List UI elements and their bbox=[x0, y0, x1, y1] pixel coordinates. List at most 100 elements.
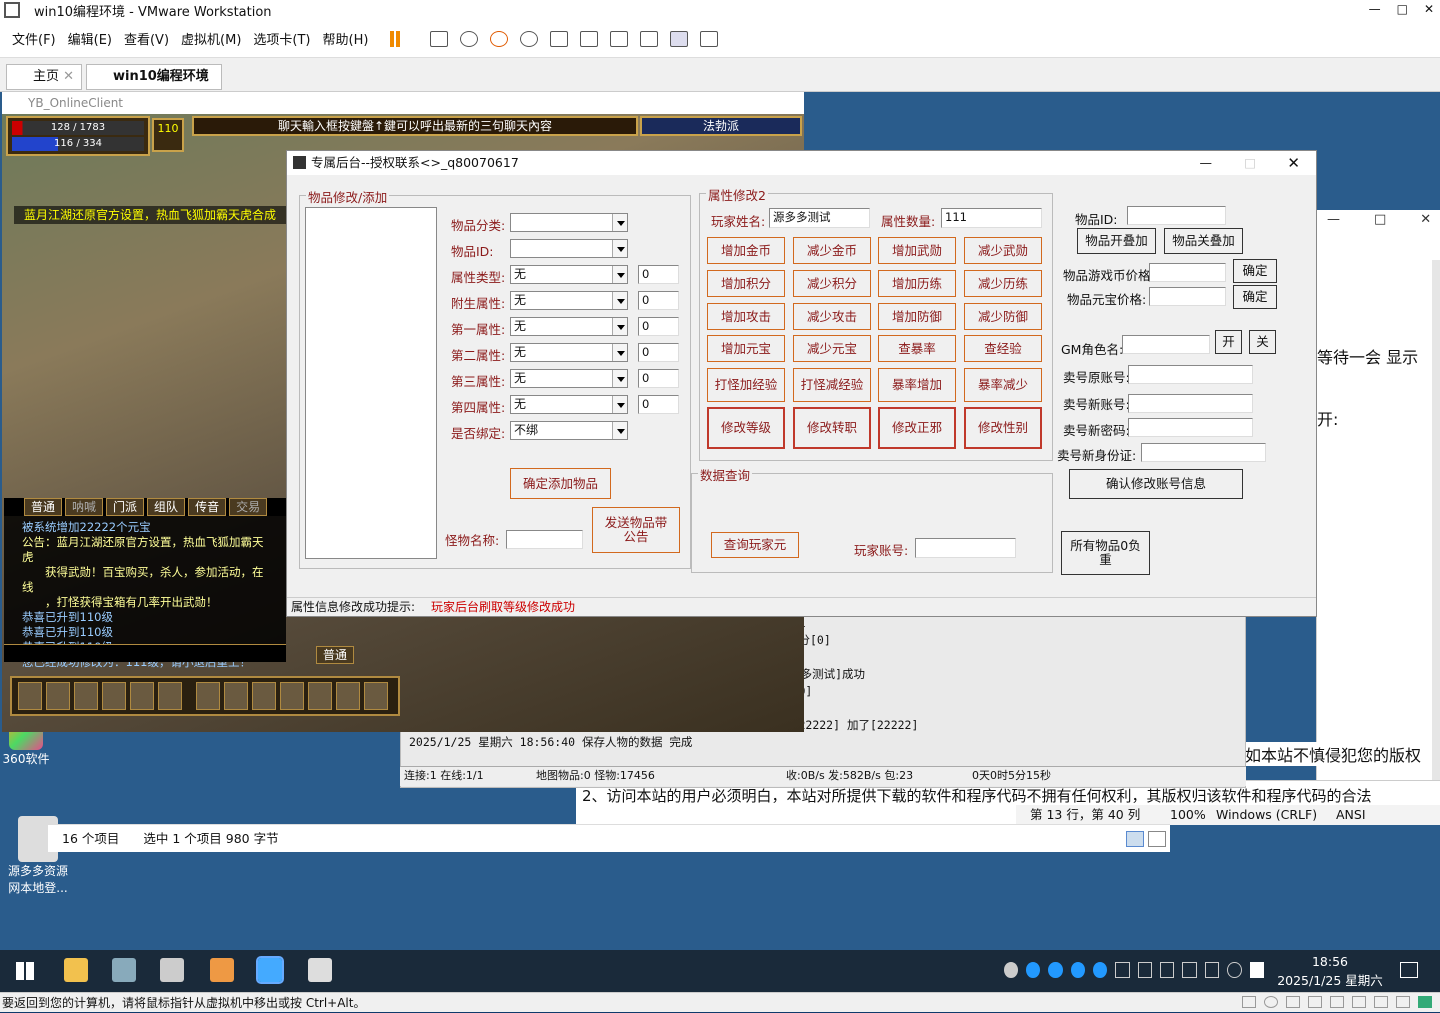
tray-app-icon[interactable] bbox=[1092, 962, 1108, 978]
editor-icon[interactable] bbox=[256, 956, 284, 984]
usb-device-icon[interactable] bbox=[1330, 996, 1344, 1008]
start-icon[interactable] bbox=[16, 962, 34, 980]
attr-button[interactable]: 增加武勋 bbox=[878, 237, 956, 264]
send-keys-icon[interactable] bbox=[430, 30, 449, 47]
item-field-select[interactable]: 无 bbox=[510, 265, 628, 284]
clock[interactable]: 18:56 2025/1/25 星期六 bbox=[1270, 952, 1390, 990]
stack-off-button[interactable]: 物品关叠加 bbox=[1164, 228, 1243, 254]
game-price-confirm-button[interactable]: 确定 bbox=[1233, 259, 1277, 283]
chat-tab-normal[interactable]: 普通 bbox=[24, 498, 63, 516]
network-adapter-icon[interactable] bbox=[1308, 996, 1322, 1008]
attr-button[interactable]: 增加元宝 bbox=[707, 335, 785, 362]
game-client-icon[interactable] bbox=[308, 958, 332, 982]
tray-app-icon[interactable] bbox=[1070, 962, 1085, 978]
chat-tab-whisper[interactable]: 传音 bbox=[188, 498, 227, 516]
new-password-input[interactable] bbox=[1128, 418, 1253, 437]
confirm-account-button[interactable]: 确认修改账号信息 bbox=[1069, 469, 1243, 499]
attr-button[interactable]: 增加积分 bbox=[707, 270, 785, 297]
close-icon[interactable]: ✕ bbox=[1420, 212, 1431, 227]
fullscreen-icon[interactable] bbox=[610, 30, 629, 47]
image-icon[interactable] bbox=[210, 958, 234, 982]
gm-close-button[interactable]: 关 bbox=[1249, 330, 1276, 354]
menu-help[interactable]: 帮助(H) bbox=[323, 29, 369, 48]
volume-icon[interactable] bbox=[1204, 962, 1220, 978]
item-attr-value-input[interactable]: 0 bbox=[638, 265, 679, 284]
item-attr-value-input[interactable]: 0 bbox=[638, 343, 679, 362]
chat-tab-trade[interactable]: 交易 bbox=[229, 498, 268, 516]
maximize-icon[interactable]: □ bbox=[1397, 0, 1408, 18]
menu-file[interactable]: 文件(F) bbox=[12, 29, 56, 48]
attr-button[interactable]: 减少历练 bbox=[964, 270, 1042, 297]
attr-button[interactable]: 查经验 bbox=[964, 335, 1042, 362]
send-item-button[interactable]: 发送物品带公告 bbox=[592, 507, 680, 553]
details-view-icon[interactable] bbox=[1126, 831, 1144, 847]
tray-user-icon[interactable] bbox=[1004, 962, 1019, 978]
item-field-select[interactable]: 无 bbox=[510, 395, 628, 414]
attr-button[interactable]: 减少积分 bbox=[793, 270, 871, 297]
attr-button[interactable]: 修改转职 bbox=[793, 407, 871, 449]
stop-icon[interactable] bbox=[1227, 962, 1242, 978]
snapshot-icon[interactable] bbox=[460, 30, 479, 47]
attr-button[interactable]: 减少防御 bbox=[964, 303, 1042, 330]
scrollbar[interactable] bbox=[1432, 260, 1440, 800]
attr-button[interactable]: 增加防御 bbox=[878, 303, 956, 330]
item-id-input[interactable] bbox=[1127, 206, 1226, 225]
attr-button[interactable]: 修改等级 bbox=[707, 407, 785, 449]
chat-tab-sect[interactable]: 门派 bbox=[106, 498, 145, 516]
tray-settings-icon[interactable] bbox=[1115, 962, 1130, 978]
attr-button[interactable]: 增加攻击 bbox=[707, 303, 785, 330]
close-icon[interactable]: ✕ bbox=[1287, 151, 1300, 175]
attr-button[interactable]: 修改性别 bbox=[964, 407, 1042, 449]
attr-button[interactable]: 打怪减经验 bbox=[793, 368, 871, 402]
close-icon[interactable]: ✕ bbox=[63, 69, 74, 84]
checkbox-icon[interactable] bbox=[1249, 962, 1264, 978]
minimize-icon[interactable]: — bbox=[1369, 0, 1381, 18]
app-icon[interactable] bbox=[112, 958, 136, 982]
account-input[interactable] bbox=[915, 538, 1016, 558]
item-attr-value-input[interactable]: 0 bbox=[638, 317, 679, 336]
minimize-icon[interactable]: — bbox=[1327, 212, 1340, 227]
maximize-icon[interactable]: □ bbox=[1374, 212, 1386, 227]
revert-snapshot-icon[interactable] bbox=[490, 30, 509, 47]
usb-icon[interactable] bbox=[1159, 962, 1175, 978]
tiles-view-icon[interactable] bbox=[1148, 831, 1166, 847]
printer-icon[interactable] bbox=[1352, 996, 1366, 1008]
unity-icon[interactable] bbox=[640, 30, 659, 47]
monster-input[interactable] bbox=[506, 530, 583, 549]
menu-tabs[interactable]: 选项卡(T) bbox=[253, 29, 310, 48]
document-icon[interactable] bbox=[160, 958, 184, 982]
skill-slot-icon[interactable] bbox=[46, 682, 70, 710]
yb-price-input[interactable] bbox=[1149, 287, 1226, 306]
item-field-select[interactable]: 无 bbox=[510, 369, 628, 388]
gm-open-button[interactable]: 开 bbox=[1215, 330, 1242, 354]
skill-slot-icon[interactable] bbox=[158, 682, 182, 710]
all-items-zero-weight-button[interactable]: 所有物品0负重 bbox=[1061, 531, 1150, 575]
network-icon[interactable] bbox=[1182, 962, 1197, 978]
tab-home[interactable]: 主页 ✕ bbox=[6, 64, 82, 90]
sound-icon[interactable] bbox=[1374, 996, 1388, 1008]
yb-price-confirm-button[interactable]: 确定 bbox=[1233, 285, 1277, 309]
attr-button[interactable]: 打怪加经验 bbox=[707, 368, 785, 402]
item-field-select[interactable]: 不绑 bbox=[510, 421, 628, 440]
chat-tab-shout[interactable]: 呐喊 bbox=[65, 498, 104, 516]
stack-on-button[interactable]: 物品开叠加 bbox=[1077, 228, 1156, 254]
new-account-input[interactable] bbox=[1128, 394, 1253, 413]
close-icon[interactable]: ✕ bbox=[1424, 0, 1434, 18]
menu-view[interactable]: 查看(V) bbox=[124, 29, 169, 48]
attr-button[interactable]: 增加历练 bbox=[878, 270, 956, 297]
skill-slot-icon[interactable] bbox=[196, 682, 220, 710]
item-field-select[interactable]: 无 bbox=[510, 291, 628, 310]
minimize-icon[interactable]: — bbox=[1200, 151, 1213, 175]
thumbnail-icon[interactable] bbox=[580, 30, 599, 47]
attr-button[interactable]: 减少攻击 bbox=[793, 303, 871, 330]
skill-slot-icon[interactable] bbox=[280, 682, 304, 710]
item-field-select[interactable]: 无 bbox=[510, 343, 628, 362]
stretch-icon[interactable] bbox=[700, 30, 719, 47]
tab-vm[interactable]: win10编程环境 ✕ bbox=[86, 64, 222, 108]
hdd-icon[interactable] bbox=[1242, 996, 1256, 1008]
chat-tab-party[interactable]: 组队 bbox=[147, 498, 186, 516]
maximize-icon[interactable]: □ bbox=[1244, 151, 1256, 175]
old-account-input[interactable] bbox=[1128, 365, 1253, 384]
attr-button[interactable]: 增加金币 bbox=[707, 237, 785, 264]
skill-slot-icon[interactable] bbox=[364, 682, 388, 710]
